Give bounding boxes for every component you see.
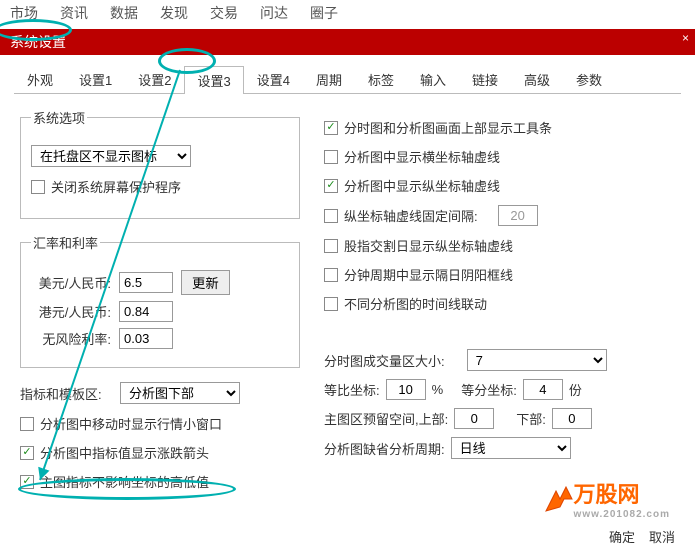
input-eq-ratio[interactable] xyxy=(386,379,426,400)
tab-input[interactable]: 输入 xyxy=(407,65,459,93)
checkbox-main-indicator[interactable] xyxy=(20,475,34,489)
tab-strip: 外观 设置1 设置2 设置3 设置4 周期 标签 输入 链接 高级 参数 xyxy=(0,55,695,93)
label-index-delivery: 股指交割日显示纵坐标轴虚线 xyxy=(344,236,513,255)
checkbox-minute-yinyang[interactable] xyxy=(324,268,338,282)
menu-item[interactable]: 发现 xyxy=(160,3,188,23)
label-eq-div: 等分坐标: xyxy=(461,380,517,399)
cancel-button[interactable]: 取消 xyxy=(649,527,675,546)
label-usd: 美元/人民币: xyxy=(31,273,111,292)
indicator-template-select[interactable]: 分析图下部 xyxy=(120,382,240,404)
label-toolbar: 分时图和分析图画面上部显示工具条 xyxy=(344,118,552,137)
menu-item[interactable]: 交易 xyxy=(210,3,238,23)
tab-settings2[interactable]: 设置2 xyxy=(125,65,184,93)
legend-rates: 汇率和利率 xyxy=(31,233,100,252)
default-period-select[interactable]: 日线 xyxy=(451,437,571,459)
checkbox-move-quote[interactable] xyxy=(20,417,34,431)
input-hkd[interactable] xyxy=(119,301,173,322)
input-fix-interval xyxy=(498,205,538,226)
label-minute-yinyang: 分钟周期中显示隔日阴阳框线 xyxy=(344,265,513,284)
menu-item[interactable]: 数据 xyxy=(110,3,138,23)
label-screensaver: 关闭系统屏幕保护程序 xyxy=(51,177,181,196)
input-eq-div[interactable] xyxy=(523,379,563,400)
input-usd[interactable] xyxy=(119,272,173,293)
tab-settings4[interactable]: 设置4 xyxy=(244,65,303,93)
menu-item[interactable]: 市场 xyxy=(10,3,38,23)
label-arrow: 分析图中指标值显示涨跌箭头 xyxy=(40,443,209,462)
label-eq-ratio: 等比坐标: xyxy=(324,380,380,399)
checkbox-hline[interactable] xyxy=(324,150,338,164)
label-riskfree: 无风险利率: xyxy=(31,329,111,348)
tab-link[interactable]: 链接 xyxy=(459,65,511,93)
label-reserve: 主图区预留空间,上部: xyxy=(324,409,448,428)
tab-appearance[interactable]: 外观 xyxy=(14,65,66,93)
input-riskfree[interactable] xyxy=(119,328,173,349)
label-vol-area: 分时图成交量区大小: xyxy=(324,351,445,370)
label-indicator-template: 指标和模板区: xyxy=(20,384,120,403)
checkbox-toolbar[interactable] xyxy=(324,121,338,135)
checkbox-time-link[interactable] xyxy=(324,297,338,311)
checkbox-screensaver[interactable] xyxy=(31,180,45,194)
ok-button[interactable]: 确定 xyxy=(609,527,635,546)
checkbox-vline[interactable] xyxy=(324,179,338,193)
legend-system-options: 系统选项 xyxy=(31,108,87,127)
tab-label[interactable]: 标签 xyxy=(355,65,407,93)
input-reserve-bot[interactable] xyxy=(552,408,592,429)
tray-icon-select[interactable]: 在托盘区不显示图标 xyxy=(31,145,191,167)
label-main-indicator: 主图指标不影响坐标的高低值 xyxy=(40,472,209,491)
label-reserve-bot: 下部: xyxy=(516,409,546,428)
group-system-options: 系统选项 在托盘区不显示图标 关闭系统屏幕保护程序 xyxy=(20,108,300,219)
checkbox-index-delivery[interactable] xyxy=(324,239,338,253)
label-hline: 分析图中显示横坐标轴虚线 xyxy=(344,147,500,166)
label-move-quote: 分析图中移动时显示行情小窗口 xyxy=(40,414,222,433)
menu-item[interactable]: 问达 xyxy=(260,3,288,23)
menu-item[interactable]: 资讯 xyxy=(60,3,88,23)
pct-sign: % xyxy=(432,382,444,397)
unit-fen: 份 xyxy=(569,380,582,399)
tab-advanced[interactable]: 高级 xyxy=(511,65,563,93)
tab-period[interactable]: 周期 xyxy=(303,65,355,93)
label-vline: 分析图中显示纵坐标轴虚线 xyxy=(344,176,500,195)
vol-area-select[interactable]: 7 xyxy=(467,349,607,371)
checkbox-arrow[interactable] xyxy=(20,446,34,460)
main-menu: 市场 资讯 数据 发现 交易 问达 圈子 xyxy=(0,0,695,29)
label-default-period: 分析图缺省分析周期: xyxy=(324,439,445,458)
label-fix-interval: 纵坐标轴虚线固定间隔: xyxy=(344,206,478,225)
tab-settings1[interactable]: 设置1 xyxy=(66,65,125,93)
dialog-titlebar: 系统设置 × xyxy=(0,29,695,55)
dialog-title: 系统设置 xyxy=(10,34,66,50)
checkbox-fix-interval[interactable] xyxy=(324,209,338,223)
label-hkd: 港元/人民币: xyxy=(31,302,111,321)
label-time-link: 不同分析图的时间线联动 xyxy=(344,294,487,313)
tab-params[interactable]: 参数 xyxy=(563,65,615,93)
menu-item[interactable]: 圈子 xyxy=(310,3,338,23)
tab-settings3[interactable]: 设置3 xyxy=(184,66,243,94)
close-icon[interactable]: × xyxy=(682,31,689,45)
update-button[interactable]: 更新 xyxy=(181,270,230,295)
input-reserve-top[interactable] xyxy=(454,408,494,429)
group-rates: 汇率和利率 美元/人民币: 更新 港元/人民币: 无风险利率: xyxy=(20,233,300,368)
